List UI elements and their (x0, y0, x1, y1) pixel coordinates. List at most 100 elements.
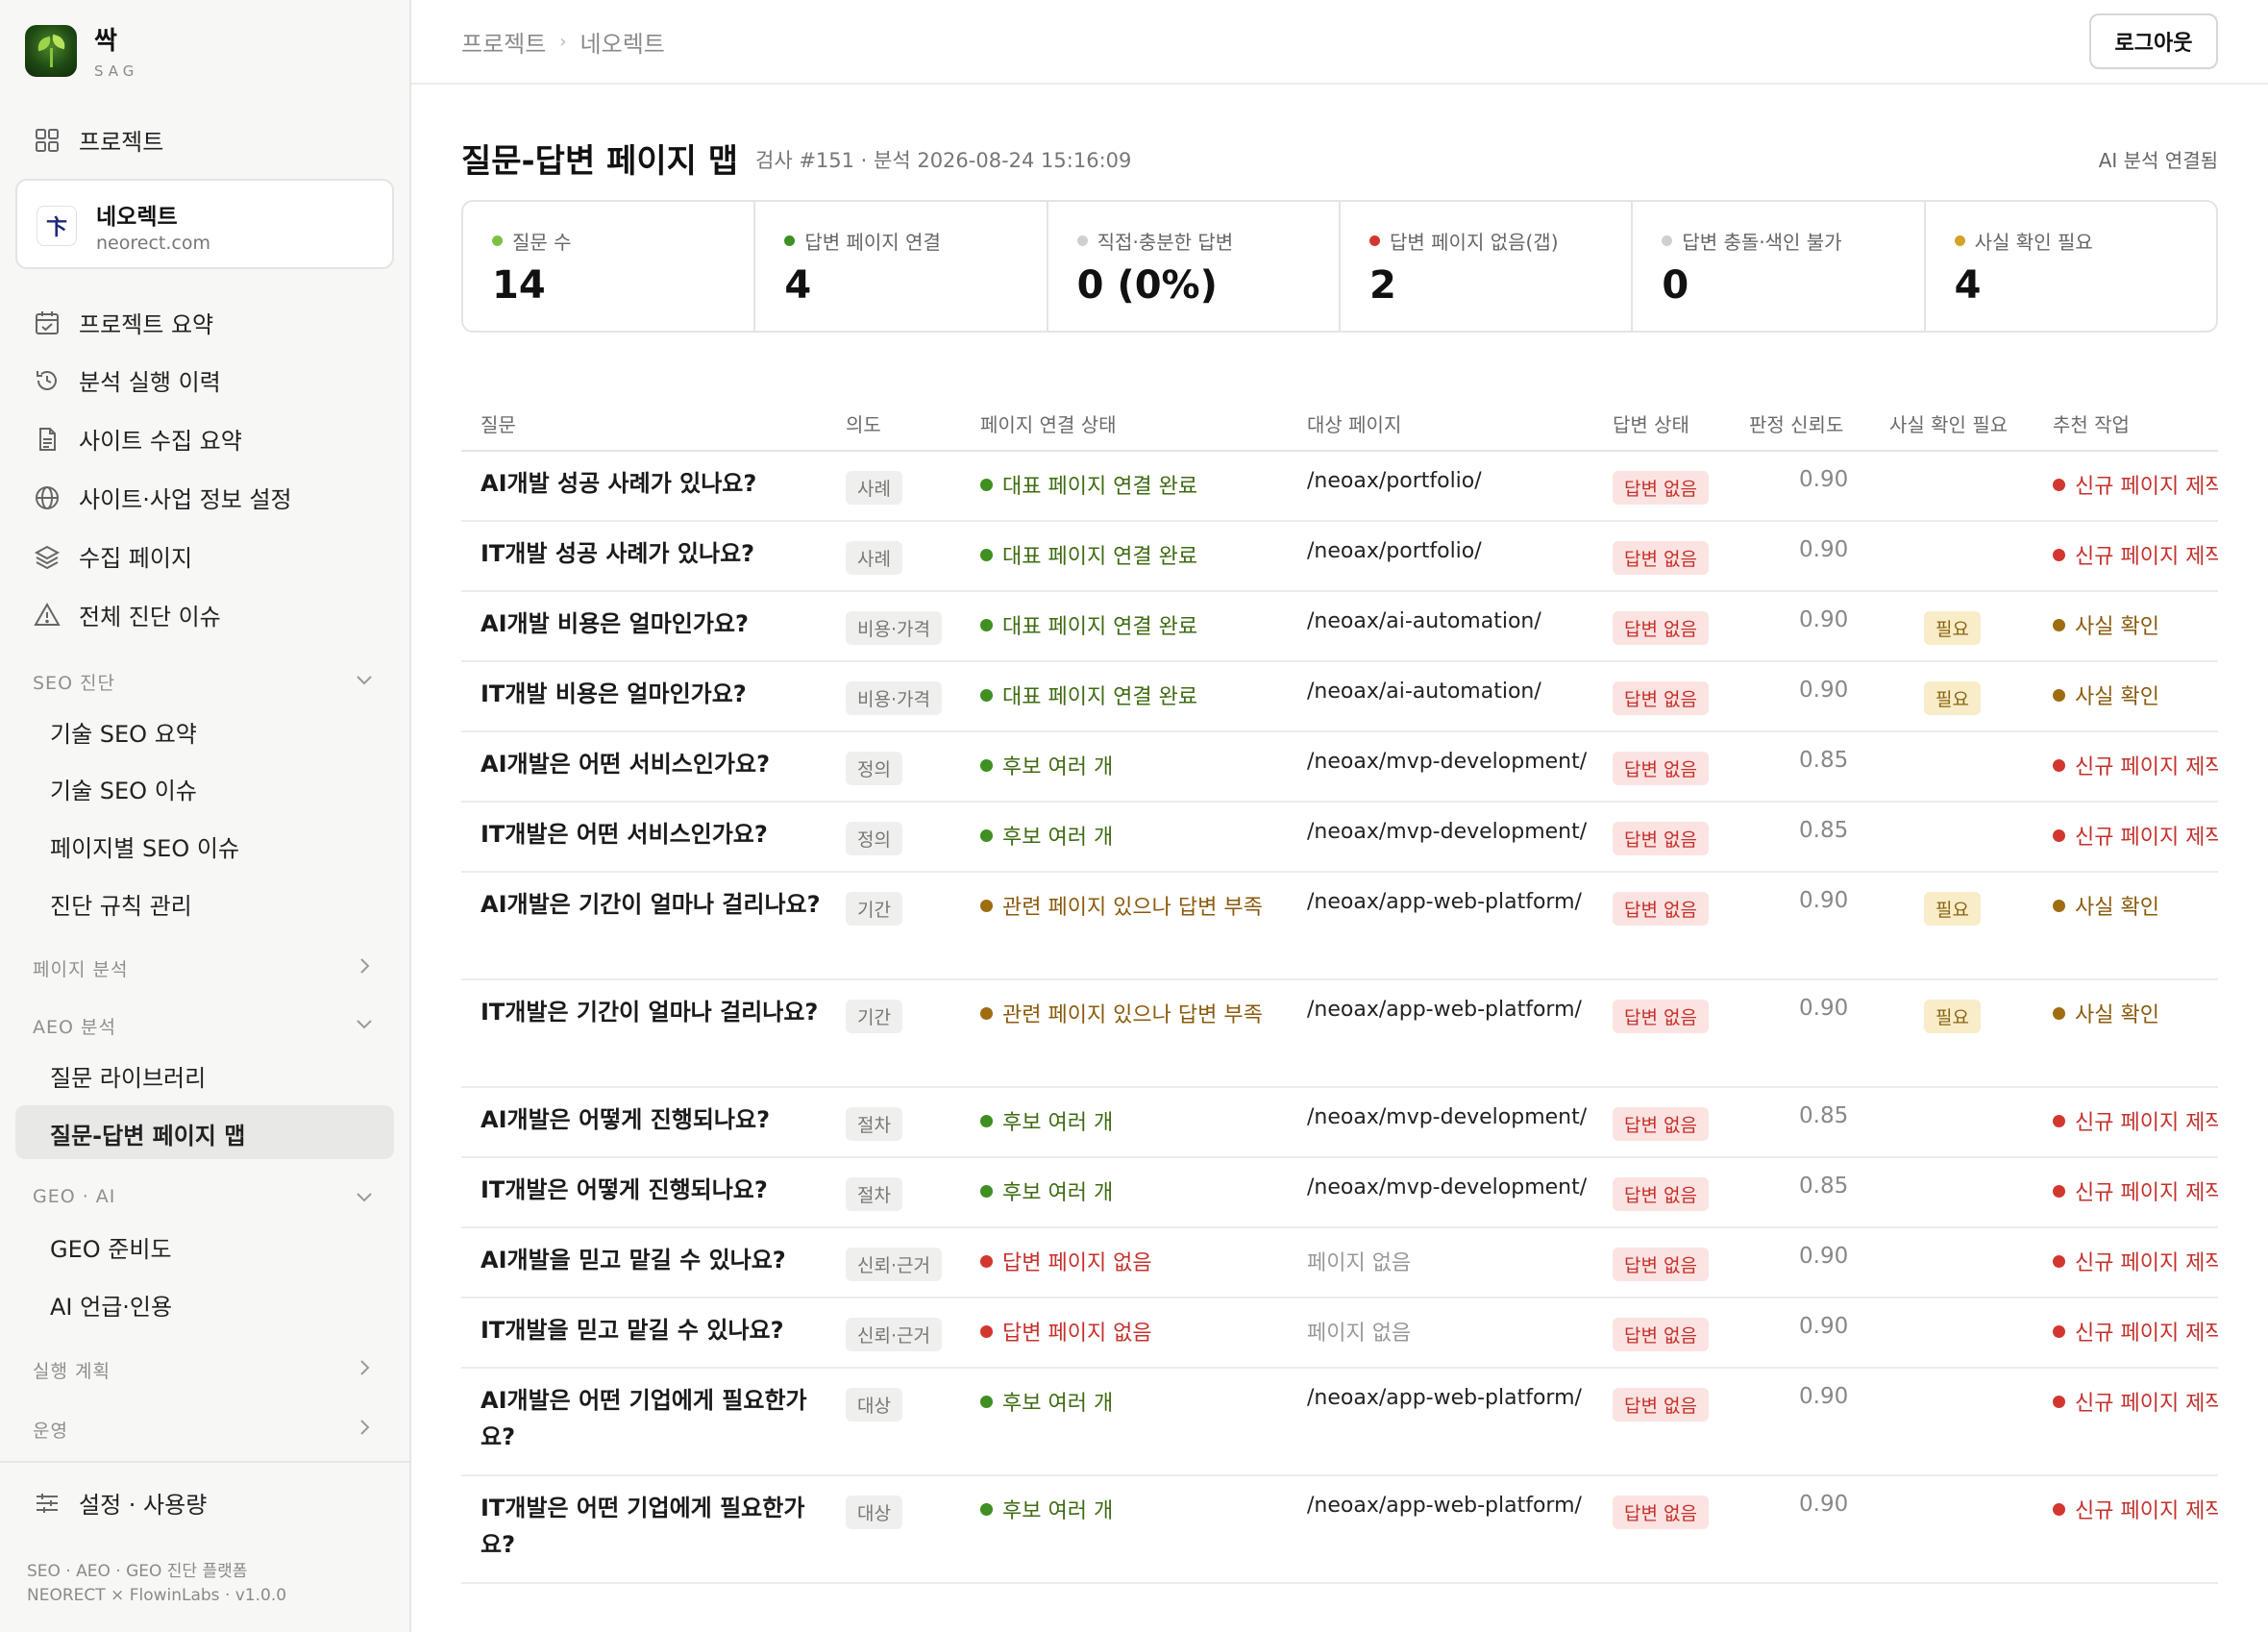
sidebar-item-qa-page-map[interactable]: 질문-답변 페이지 맵 (50, 1117, 245, 1150)
table-row[interactable]: AI개발 비용은 얼마인가요? 비용·가격 대표 페이지 연결 완료/neoax/a… (461, 592, 2218, 662)
fact-check-badge: 필요 (1924, 611, 1981, 645)
stat-value: 14 (492, 263, 546, 308)
section-operations[interactable]: 운영 (33, 1417, 68, 1443)
sidebar-item-run-history[interactable]: 분석 실행 이력 (33, 363, 221, 397)
table-row[interactable]: AI개발을 믿고 맡길 수 있나요? 신뢰·근거 답변 페이지 없음 페이지 없음 답변… (461, 1228, 2218, 1298)
table-row[interactable]: AI개발은 어떤 서비스인가요? 정의 후보 여러 개/neoax/mvp-deve… (461, 732, 2218, 803)
recommended-action[interactable]: 사실 확인 (2053, 609, 2159, 640)
target-page[interactable]: /neoax/portfolio/ (1307, 539, 1482, 563)
chevron-down-icon[interactable] (354, 1013, 375, 1039)
brand[interactable]: 싹 SAG (25, 21, 138, 80)
status-dot-icon (980, 899, 993, 912)
recommended-action[interactable]: 신규 페이지 제작 (2053, 750, 2218, 780)
recommended-action[interactable]: 신규 페이지 제작 (2053, 1105, 2218, 1136)
section-aeo[interactable]: AEO 분석 (33, 1013, 116, 1039)
table-row[interactable]: IT개발 비용은 얼마인가요? 비용·가격 대표 페이지 연결 완료/neoax/a… (461, 662, 2218, 732)
sidebar-item-all-issues[interactable]: 전체 진단 이슈 (33, 598, 221, 631)
intent-badge: 정의 (846, 822, 902, 855)
recommended-action[interactable]: 신규 페이지 제작 (2053, 1246, 2218, 1276)
chevron-right-icon[interactable] (354, 1357, 375, 1383)
recommended-action[interactable]: 사실 확인 (2053, 998, 2159, 1028)
section-page-analysis[interactable]: 페이지 분석 (33, 955, 128, 981)
sidebar-item-projects[interactable]: 프로젝트 (33, 123, 163, 157)
sidebar-item-crawled-pages[interactable]: 수집 페이지 (33, 539, 192, 573)
sidebar-item-question-library[interactable]: 질문 라이브러리 (50, 1059, 206, 1093)
sidebar-item-geo-readiness[interactable]: GEO 준비도 (50, 1230, 172, 1264)
chevron-down-icon[interactable] (354, 669, 375, 695)
project-domain: neorect.com (96, 233, 210, 254)
chevron-right-icon[interactable] (354, 1417, 375, 1443)
sidebar-item-tech-seo-issues[interactable]: 기술 SEO 이슈 (50, 772, 197, 805)
qa-table: 질문 의도 페이지 연결 상태 대상 페이지 답변 상태 판정 신뢰도 사실 확… (461, 394, 2218, 1584)
column-link-status[interactable]: 페이지 연결 상태 (980, 409, 1117, 437)
breadcrumb-item-project[interactable]: 네오렉트 (580, 25, 665, 59)
target-page[interactable]: /neoax/app-web-platform/ (1307, 890, 1582, 914)
target-page[interactable]: /neoax/mvp-development/ (1307, 1175, 1587, 1199)
target-page[interactable]: /neoax/portfolio/ (1307, 469, 1482, 493)
target-page[interactable]: /neoax/app-web-platform/ (1307, 1494, 1582, 1518)
recommended-action[interactable]: 신규 페이지 제작 (2053, 820, 2218, 851)
table-row[interactable]: IT개발 성공 사례가 있나요? 사례 대표 페이지 연결 완료/neoax/por… (461, 522, 2218, 592)
column-confidence[interactable]: 판정 신뢰도 (1749, 409, 1843, 437)
target-page[interactable]: /neoax/ai-automation/ (1307, 680, 1541, 704)
section-seo[interactable]: SEO 진단 (33, 669, 115, 695)
recommended-action[interactable]: 신규 페이지 제작 (2053, 1494, 2218, 1524)
status-dot-icon (1954, 235, 1965, 246)
confidence-value: 0.90 (1799, 888, 1849, 913)
recommended-action[interactable]: 신규 페이지 제작 (2053, 1386, 2218, 1417)
sidebar-item-ai-mentions[interactable]: AI 언급·인용 (50, 1288, 172, 1322)
intent-badge: 기간 (846, 892, 902, 926)
target-page[interactable]: /neoax/mvp-development/ (1307, 820, 1587, 844)
section-geo-ai[interactable]: GEO · AI (33, 1186, 115, 1207)
table-row[interactable]: AI개발 성공 사례가 있나요? 사례 대표 페이지 연결 완료/neoax/por… (461, 452, 2218, 522)
recommended-action[interactable]: 신규 페이지 제작 (2053, 1175, 2218, 1206)
chevron-down-icon[interactable] (354, 1186, 375, 1212)
table-row[interactable]: AI개발은 기간이 얼마나 걸리나요? 기간 관련 페이지 있으나 답변 부족/ne… (461, 873, 2218, 980)
link-status: 후보 여러 개 (980, 1105, 1113, 1136)
target-page[interactable]: /neoax/app-web-platform/ (1307, 1386, 1582, 1410)
recommended-action[interactable]: 신규 페이지 제작 (2053, 1316, 2218, 1347)
sprout-logo-icon (25, 24, 77, 77)
target-page[interactable]: /neoax/mvp-development/ (1307, 750, 1587, 774)
breadcrumb-item-projects[interactable]: 프로젝트 (461, 25, 546, 59)
sidebar-item-project-summary[interactable]: 프로젝트 요약 (33, 306, 213, 339)
recommended-action[interactable]: 사실 확인 (2053, 680, 2159, 710)
confidence-value: 0.85 (1799, 1103, 1849, 1128)
sidebar-item-rule-management[interactable]: 진단 규칙 관리 (50, 887, 192, 921)
table-row[interactable]: IT개발은 기간이 얼마나 걸리나요? 기간 관련 페이지 있으나 답변 부족/ne… (461, 980, 2218, 1088)
table-row[interactable]: IT개발을 믿고 맡길 수 있나요? 신뢰·근거 답변 페이지 없음 페이지 없음 답변… (461, 1298, 2218, 1369)
stat-card: 답변 충돌·색인 불가 0 (1633, 202, 1926, 331)
column-target-page[interactable]: 대상 페이지 (1307, 409, 1401, 437)
table-row[interactable]: IT개발은 어떤 기업에게 필요한가요? 대상 후보 여러 개/neoax/app-… (461, 1476, 2218, 1584)
sidebar-item-page-seo-issues[interactable]: 페이지별 SEO 이슈 (50, 829, 239, 863)
column-answer-status[interactable]: 답변 상태 (1613, 409, 1689, 437)
logout-button[interactable]: 로그아웃 (2089, 13, 2218, 69)
recommended-action[interactable]: 사실 확인 (2053, 890, 2159, 921)
sidebar-item-crawl-summary[interactable]: 사이트 수집 요약 (33, 422, 242, 456)
table-row[interactable]: AI개발은 어떤 기업에게 필요한가요? 대상 후보 여러 개/neoax/app-… (461, 1369, 2218, 1476)
section-action-plan[interactable]: 실행 계획 (33, 1357, 111, 1383)
stat-value: 0 (0%) (1076, 263, 1218, 308)
chevron-right-icon[interactable] (354, 955, 375, 981)
column-recommended-action[interactable]: 추천 작업 (2053, 409, 2130, 437)
column-fact-check[interactable]: 사실 확인 필요 (1889, 409, 2008, 437)
target-page[interactable]: /neoax/ai-automation/ (1307, 609, 1541, 633)
recommended-action[interactable]: 신규 페이지 제작 (2053, 469, 2218, 500)
answer-status-badge: 답변 없음 (1613, 1107, 1709, 1141)
sidebar-item-tech-seo-summary[interactable]: 기술 SEO 요약 (50, 715, 197, 749)
target-page[interactable]: /neoax/app-web-platform/ (1307, 998, 1582, 1022)
column-question[interactable]: 질문 (481, 409, 516, 437)
table-row[interactable]: IT개발은 어떻게 진행되나요? 절차 후보 여러 개/neoax/mvp-deve… (461, 1158, 2218, 1228)
sidebar-item-site-settings[interactable]: 사이트·사업 정보 설정 (33, 481, 292, 514)
table-row[interactable]: IT개발은 어떤 서비스인가요? 정의 후보 여러 개/neoax/mvp-deve… (461, 803, 2218, 873)
target-page[interactable]: /neoax/mvp-development/ (1307, 1105, 1587, 1129)
question-text: IT개발 성공 사례가 있나요? (481, 540, 755, 567)
recommended-action[interactable]: 신규 페이지 제작 (2053, 539, 2218, 570)
question-text: AI개발은 어떻게 진행되나요? (481, 1106, 771, 1133)
table-row[interactable]: AI개발은 어떻게 진행되나요? 절차 후보 여러 개/neoax/mvp-deve… (461, 1088, 2218, 1158)
stat-label-text: 질문 수 (512, 231, 572, 254)
project-card[interactable]: 卞 네오렉트 neorect.com (15, 179, 394, 269)
sidebar-item-settings-usage[interactable]: 설정 · 사용량 (33, 1486, 207, 1520)
answer-status-badge: 답변 없음 (1613, 611, 1709, 645)
column-intent[interactable]: 의도 (846, 409, 881, 437)
